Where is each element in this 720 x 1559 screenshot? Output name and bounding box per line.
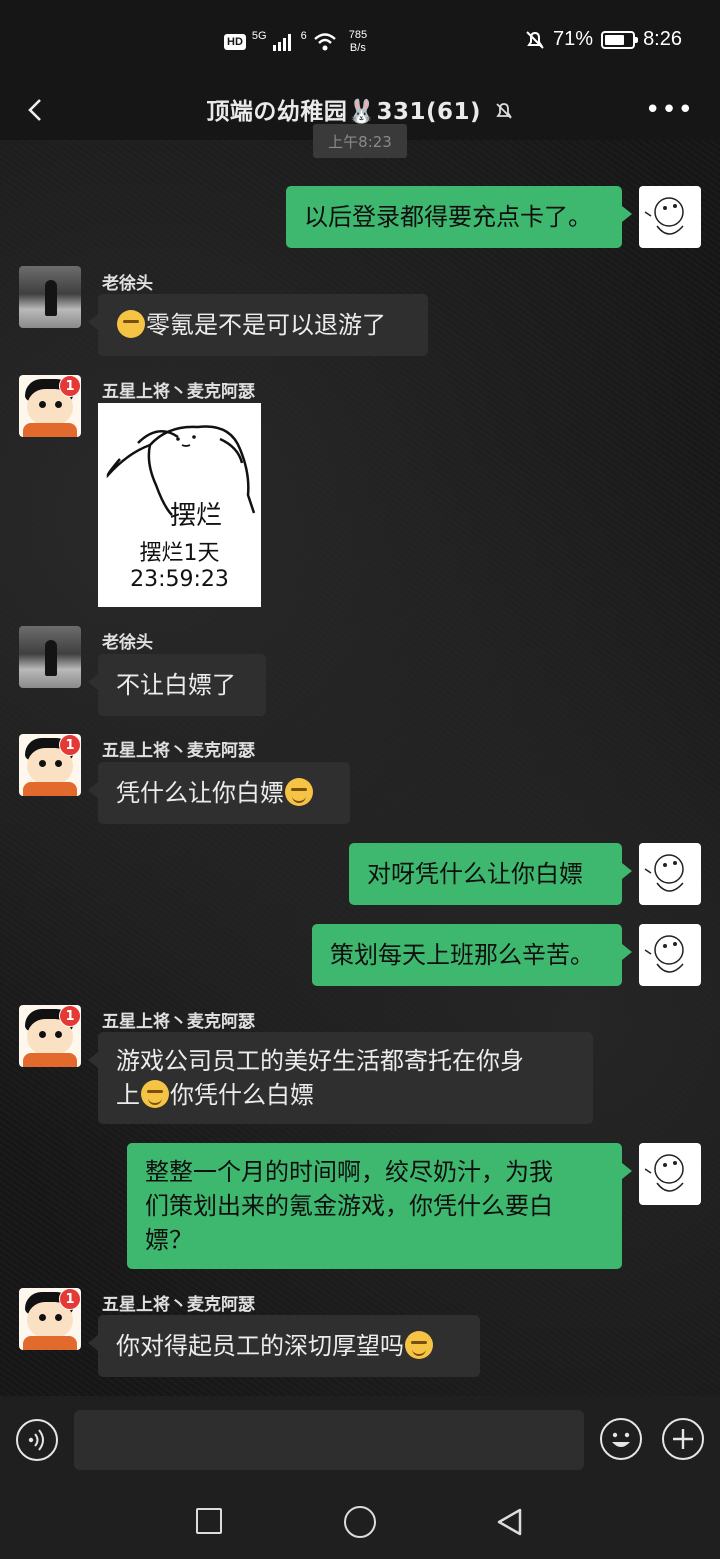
message-text: 策划每天上班那么辛苦。 xyxy=(330,941,594,969)
message-text: 零氪是不是可以退游了 xyxy=(146,311,386,339)
system-navigation xyxy=(0,1484,720,1559)
message-bubble-outgoing[interactable]: 以后登录都得要充点卡了。 xyxy=(286,186,632,248)
message-line: 嫖？ xyxy=(145,1226,193,1254)
signal-bars-icon xyxy=(272,34,291,51)
message-text: 以后登录都得要充点卡了。 xyxy=(304,203,592,231)
speed-value: 785 xyxy=(348,29,368,41)
group-name: 顶端の幼稚园🐰331(61) xyxy=(206,99,482,125)
unread-badge: 1 xyxy=(59,1005,81,1027)
sender-name: 老徐头 xyxy=(102,633,153,653)
message-bubble-incoming[interactable]: 你对得起员工的深切厚望吗 xyxy=(88,1315,480,1377)
more-dots-icon[interactable]: ••• xyxy=(645,97,694,123)
message-text: 不让白嫖了 xyxy=(116,671,236,699)
message-bubble-incoming[interactable]: 凭什么让你白嫖 xyxy=(88,762,350,824)
message-bubble-outgoing[interactable]: 整整一个月的时间啊，绞尽奶汁，为我 们策划出来的氪金游戏，你凭什么要白 嫖？ xyxy=(127,1143,632,1269)
clock: 8:26 xyxy=(643,28,682,50)
emoji-icon[interactable] xyxy=(600,1418,642,1460)
message-line: 游戏公司员工的美好生活都寄托在你身 xyxy=(116,1047,524,1075)
avatar-laoxutou[interactable] xyxy=(19,266,81,328)
message-input[interactable] xyxy=(74,1410,584,1470)
flushed-smile-emoji-icon xyxy=(141,1080,169,1108)
unread-badge: 1 xyxy=(59,375,81,397)
hd-badge: HD xyxy=(224,34,246,50)
sender-name: 老徐头 xyxy=(102,274,153,294)
mute-notifications-icon xyxy=(526,30,544,49)
doodle-avatar-icon xyxy=(644,854,684,892)
input-bar xyxy=(0,1396,720,1484)
bell-off-icon xyxy=(495,103,512,119)
sender-name: 五星上将丶麦克阿瑟 xyxy=(102,1295,255,1315)
timestamp-chip: 上午8:23 xyxy=(313,124,407,158)
network-speed: 785 B/s xyxy=(349,29,367,55)
sticker-caption: 摆烂 xyxy=(170,501,223,531)
sender-name: 五星上将丶麦克阿瑟 xyxy=(102,382,255,402)
message-text: 你对得起员工的深切厚望吗 xyxy=(116,1332,404,1360)
unread-badge: 1 xyxy=(59,734,81,756)
network-indicators: HD 5G 6 785 B/s xyxy=(224,22,367,62)
wifi-icon xyxy=(313,33,336,51)
message-bubble-incoming[interactable]: 不让白嫖了 xyxy=(88,654,266,716)
sender-name: 五星上将丶麦克阿瑟 xyxy=(102,1012,255,1032)
message-text: 对呀凭什么让你白嫖 xyxy=(367,860,583,888)
message-bubble-incoming[interactable]: 零氪是不是可以退游了 xyxy=(88,294,428,356)
message-text: 上 xyxy=(116,1081,140,1109)
my-avatar[interactable] xyxy=(639,924,701,986)
battery-percent: 71% xyxy=(553,28,594,50)
battery-icon xyxy=(601,30,639,49)
message-text: 你凭什么白嫖 xyxy=(170,1081,314,1109)
my-avatar[interactable] xyxy=(639,186,701,248)
message-bubble-outgoing[interactable]: 对呀凭什么让你白嫖 xyxy=(349,843,632,905)
doodle-avatar-icon xyxy=(644,1154,684,1192)
chat-title: 顶端の幼稚园🐰331(61) xyxy=(0,92,720,126)
plus-icon[interactable] xyxy=(662,1418,704,1460)
status-bar: HD 5G 6 785 B/s 71% 8:26 xyxy=(0,0,720,80)
avatar-laoxutou[interactable] xyxy=(19,626,81,688)
message-line: 上 你凭什么白嫖 xyxy=(116,1078,575,1112)
flushed-smile-emoji-icon xyxy=(285,778,313,806)
sender-name: 五星上将丶麦克阿瑟 xyxy=(102,741,255,761)
doodle-avatar-icon xyxy=(644,935,684,973)
my-avatar[interactable] xyxy=(639,1143,701,1205)
message-bubble-outgoing[interactable]: 策划每天上班那么辛苦。 xyxy=(312,924,632,986)
eye-roll-emoji-icon xyxy=(117,310,145,338)
sticker-line-2: 23:59:23 xyxy=(130,567,229,592)
sticker-line-1: 摆烂1天 xyxy=(139,541,220,566)
unread-badge: 1 xyxy=(59,1288,81,1310)
recent-apps-icon[interactable] xyxy=(196,1508,222,1534)
avatar-silhouette xyxy=(45,280,57,316)
speed-unit: B/s xyxy=(349,42,366,54)
message-text: 凭什么让你白嫖 xyxy=(116,779,284,807)
back-triangle-icon[interactable] xyxy=(494,1506,526,1538)
doodle-avatar-icon xyxy=(644,197,684,235)
message-bubble-incoming[interactable]: 游戏公司员工的美好生活都寄托在你身 上 你凭什么白嫖 xyxy=(88,1032,593,1124)
battery-fill xyxy=(605,34,624,45)
signal-5g-icon: 5G xyxy=(251,30,267,42)
my-avatar[interactable] xyxy=(639,843,701,905)
wifi-6-label: 6 xyxy=(300,30,307,42)
sticker-message[interactable]: 摆烂 摆烂1天 23:59:23 xyxy=(98,403,261,607)
avatar-silhouette xyxy=(45,640,57,676)
home-icon[interactable] xyxy=(344,1506,376,1538)
status-right: 71% 8:26 xyxy=(525,28,682,51)
message-line: 们策划出来的氪金游戏，你凭什么要白 xyxy=(145,1192,553,1220)
flushed-smile-emoji-icon xyxy=(405,1331,433,1359)
message-line: 整整一个月的时间啊，绞尽奶汁，为我 xyxy=(145,1158,553,1186)
voice-icon[interactable] xyxy=(16,1419,58,1461)
